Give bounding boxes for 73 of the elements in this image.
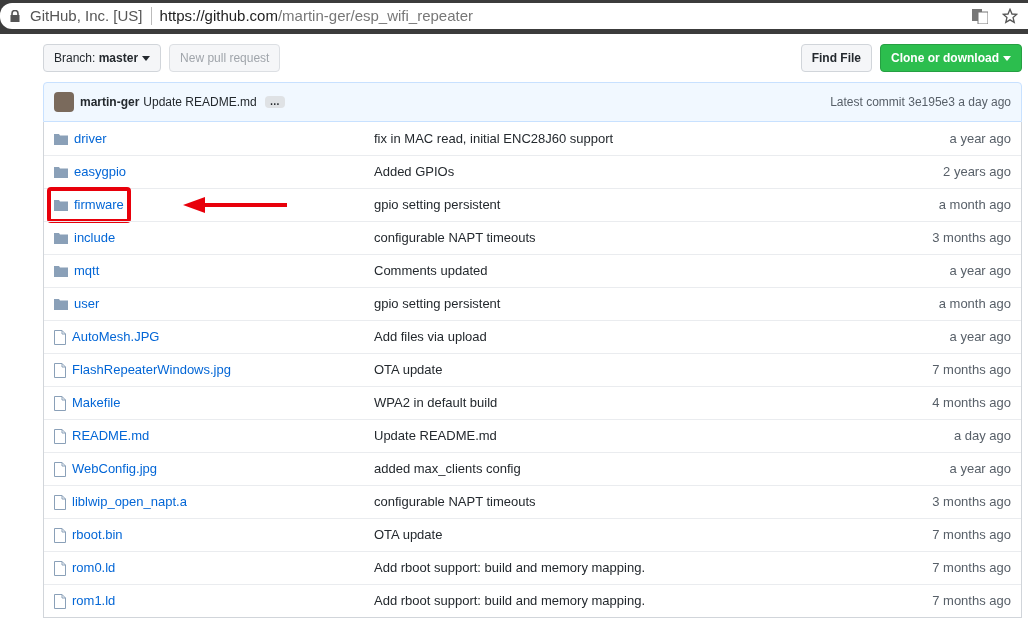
file-age: 3 months ago [932,493,1011,512]
url-text: https://github.com/martin-ger/esp_wifi_repeater [159,5,474,26]
find-file-button[interactable]: Find File [800,44,872,72]
commit-message[interactable]: added max_clients config [374,459,950,479]
file-age: 7 months ago [932,559,1011,578]
star-icon[interactable] [1002,8,1018,24]
file-link[interactable]: Makefile [72,393,121,413]
commit-message[interactable]: configurable NAPT timeouts [374,492,933,512]
file-age: 7 months ago [932,361,1011,380]
folder-icon [54,166,68,178]
expand-button[interactable]: … [264,96,285,108]
commit-message[interactable]: WPA2 in default build [374,393,933,413]
file-icon [54,428,66,444]
file-link[interactable]: AutoMesh.JPG [72,327,160,347]
file-link[interactable]: FlashRepeaterWindows.jpg [72,360,231,380]
file-age: a day ago [953,427,1011,446]
folder-icon [54,232,68,244]
address-bar[interactable]: GitHub, Inc. [US] https://github.com/martin-ger/esp_wifi_repeater [0,3,1028,29]
commit-message[interactable]: Update README.md [374,426,954,446]
folder-icon [54,298,68,310]
file-icon [54,593,66,609]
file-age: a year ago [949,460,1011,479]
caret-icon [142,55,151,61]
commit-message[interactable]: gpio setting persistent [374,195,939,215]
commit-message[interactable]: gpio setting persistent [374,294,939,314]
file-icon [54,527,66,543]
commit-message[interactable]: Added GPIOs [374,162,944,182]
file-icon [54,329,66,345]
file-link[interactable]: rom0.ld [72,558,116,578]
avatar[interactable] [54,92,74,112]
file-age: a month ago [938,196,1011,215]
file-link[interactable]: user [74,294,100,314]
file-age: 4 months ago [932,394,1011,413]
file-icon [54,362,66,378]
file-link[interactable]: include [74,228,116,248]
file-icon [54,395,66,411]
file-age: a month ago [938,295,1011,314]
file-age: 2 years ago [943,163,1011,182]
file-age: a year ago [949,129,1011,148]
file-age: 7 months ago [932,592,1011,611]
folder-icon [54,132,68,145]
file-age: a year ago [949,262,1011,281]
file-link[interactable]: WebConfig.jpg [72,459,158,479]
commit-message[interactable]: Comments updated [374,261,950,281]
site-identity: GitHub, Inc. [US] [30,5,143,26]
commit-message[interactable]: fix in MAC read, initial ENC28J60 support [374,128,950,149]
commit-message[interactable]: OTA update [374,360,933,380]
lock-icon [10,10,20,22]
file-age: 7 months ago [932,526,1011,545]
file-icon [54,494,66,510]
file-link[interactable]: mqtt [74,261,100,281]
commit-message[interactable]: Update README.md [143,93,257,111]
file-icon [54,461,66,477]
commit-author[interactable]: martin-ger [80,93,140,111]
file-age: a year ago [949,328,1011,347]
file-link[interactable]: README.md [72,426,150,446]
branch-button[interactable]: Branch: master [43,44,162,72]
caret-icon [1003,55,1011,61]
folder-icon [54,199,68,211]
file-link[interactable]: rom1.ld [72,591,116,611]
file-link[interactable]: easygpio [74,162,127,182]
commit-message[interactable]: Add files via upload [374,327,950,347]
file-link[interactable]: liblwip_open_napt.a [72,492,187,512]
commit-message[interactable]: OTA update [374,525,933,545]
commit-message[interactable]: Add rboot support: build and memory mapping. [374,558,933,578]
commit-message[interactable]: Add rboot support: build and memory mapping. [374,591,933,611]
latest-commit-info: Latest commit 3e195e3 a day ago [830,94,1011,111]
file-link[interactable]: rboot.bin [72,525,123,545]
file-icon [54,560,66,576]
file-age: 3 months ago [932,229,1011,248]
commit-message[interactable]: configurable NAPT timeouts [374,228,933,248]
file-link[interactable]: driver [74,128,107,149]
folder-icon [54,265,68,277]
